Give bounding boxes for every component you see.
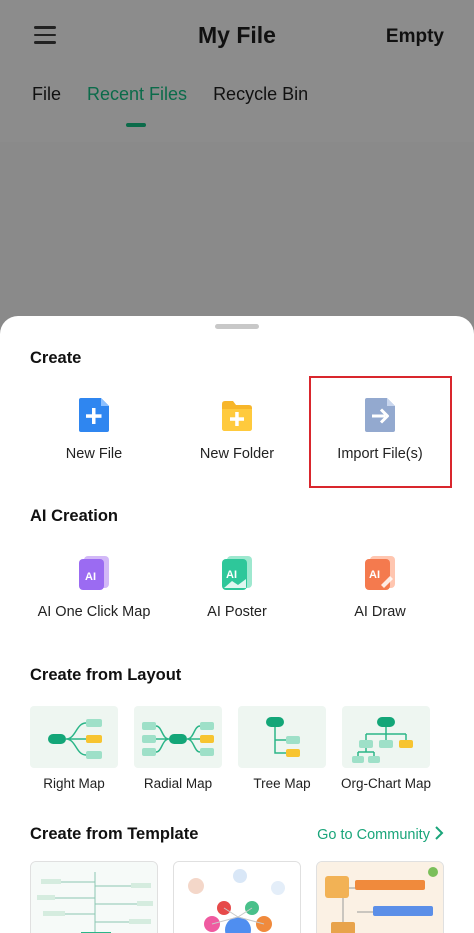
new-folder-label: New Folder xyxy=(199,446,275,462)
svg-text:AI: AI xyxy=(226,569,237,581)
tree-map-thumbnail xyxy=(266,717,300,757)
new-file-icon xyxy=(76,396,112,434)
template-card-3[interactable] xyxy=(316,861,444,933)
ai-poster-label: AI Poster xyxy=(207,604,267,620)
right-map-thumbnail xyxy=(48,719,102,759)
radial-map-thumbnail xyxy=(142,722,214,756)
go-to-community-link[interactable]: Go to Community xyxy=(317,826,444,843)
go-to-community-label: Go to Community xyxy=(317,827,430,843)
ai-one-click-map-icon: AI xyxy=(76,554,112,592)
radial-map-label: Radial Map xyxy=(143,776,213,791)
ai-one-click-map-button[interactable]: AI AI One Click Map xyxy=(22,554,166,620)
template-thumbnail-2 xyxy=(174,862,300,933)
svg-text:AI: AI xyxy=(369,569,380,581)
new-file-button[interactable]: New File xyxy=(22,396,166,462)
org-chart-map-thumbnail xyxy=(352,717,413,763)
tab-recent-files-label: Recent Files xyxy=(87,84,188,104)
ai-creation-section-title: AI Creation xyxy=(30,507,119,525)
template-card-2[interactable] xyxy=(173,861,301,933)
ai-one-click-map-label: AI One Click Map xyxy=(37,604,151,620)
ai-poster-button[interactable]: AI AI Poster xyxy=(165,554,309,620)
right-map-card[interactable] xyxy=(30,706,118,768)
active-tab-indicator xyxy=(126,123,147,127)
empty-button[interactable]: Empty xyxy=(386,26,444,48)
svg-text:AI: AI xyxy=(85,571,96,583)
new-file-label: New File xyxy=(65,446,123,462)
template-thumbnail-1 xyxy=(31,862,157,933)
create-bottom-sheet: Create New File New Folder Import File(s… xyxy=(0,316,474,933)
sheet-drag-handle[interactable] xyxy=(215,324,259,329)
tab-recent-files[interactable]: Recent Files xyxy=(87,84,188,127)
ai-draw-label: AI Draw xyxy=(354,604,406,620)
tree-map-card[interactable] xyxy=(238,706,326,768)
right-map-label: Right Map xyxy=(43,776,105,791)
new-folder-icon xyxy=(219,396,255,434)
import-files-highlight xyxy=(309,376,452,488)
tab-recycle-bin[interactable]: Recycle Bin xyxy=(213,84,308,105)
top-app-bar: My File Empty File Recent Files Recycle … xyxy=(0,0,474,142)
radial-map-card[interactable] xyxy=(134,706,222,768)
create-section-title: Create xyxy=(30,349,82,367)
chevron-right-icon xyxy=(435,826,444,840)
tab-bar: File Recent Files Recycle Bin xyxy=(32,84,334,127)
layout-section-title: Create from Layout xyxy=(30,666,182,684)
new-folder-button[interactable]: New Folder xyxy=(165,396,309,462)
template-card-1[interactable] xyxy=(30,861,158,933)
ai-poster-icon: AI xyxy=(219,554,255,592)
tree-map-label: Tree Map xyxy=(253,776,311,791)
dimmed-overlay[interactable] xyxy=(0,142,474,342)
template-thumbnail-3 xyxy=(317,862,443,933)
ai-draw-button[interactable]: AI AI Draw xyxy=(308,554,452,620)
tab-file[interactable]: File xyxy=(32,84,61,105)
org-chart-map-card[interactable] xyxy=(342,706,430,768)
template-section-title: Create from Template xyxy=(30,825,199,843)
org-chart-map-label: Org-Chart Map xyxy=(340,776,432,791)
ai-draw-icon: AI xyxy=(362,554,398,592)
